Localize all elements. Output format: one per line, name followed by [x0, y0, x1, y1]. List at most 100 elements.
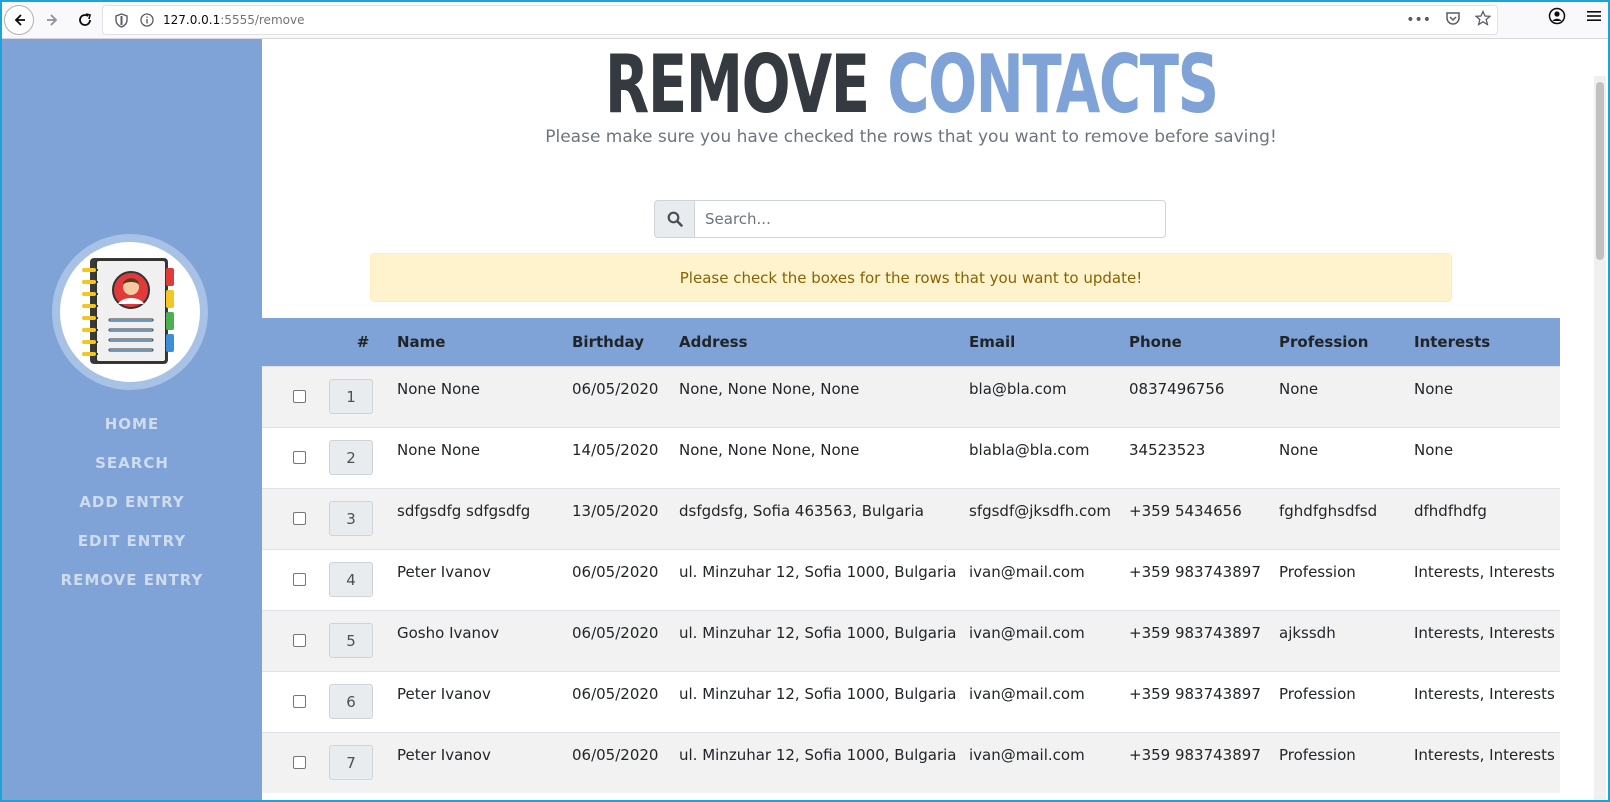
- cell-birthday: 06/05/2020: [572, 731, 679, 793]
- row-id-badge: 5: [329, 623, 373, 658]
- column-header-interests: Interests: [1414, 318, 1560, 366]
- interests-text: Interests, Interests: [1414, 684, 1555, 703]
- star-icon[interactable]: [1474, 9, 1492, 30]
- cell-address: dsfgdsfg, Sofia 463563, Bulgaria: [679, 487, 969, 549]
- column-header-profession: Profession: [1279, 318, 1414, 366]
- sidebar-item-remove-entry[interactable]: REMOVE ENTRY: [2, 569, 262, 608]
- forward-arrow-icon[interactable]: [38, 5, 68, 35]
- cell-address: ul. Minzuhar 12, Sofia 1000, Bulgaria: [679, 731, 969, 793]
- cell-name: None None: [397, 426, 572, 488]
- cell-email: blabla@bla.com: [969, 426, 1129, 488]
- birthday-text: 14/05/2020: [572, 440, 659, 459]
- back-arrow-icon[interactable]: [4, 5, 34, 35]
- name-text: None None: [397, 440, 481, 459]
- row-checkbox[interactable]: [293, 756, 306, 770]
- pocket-icon[interactable]: [1445, 10, 1461, 30]
- row-checkbox[interactable]: [293, 512, 306, 525]
- sidebar-item-add-entry[interactable]: ADD ENTRY: [2, 491, 262, 530]
- phone-text: +359 983743897: [1129, 684, 1261, 703]
- row-id-cell: 5: [329, 609, 397, 671]
- info-icon[interactable]: [139, 12, 155, 28]
- birthday-text: 06/05/2020: [572, 562, 659, 581]
- profession-text: fghdfghsdfsd: [1279, 501, 1378, 520]
- sidebar-item-search[interactable]: SEARCH: [2, 452, 262, 491]
- profession-text: ajkssdh: [1279, 623, 1336, 642]
- url-host: 127.0.0.1: [163, 13, 221, 27]
- phone-text: +359 983743897: [1129, 623, 1261, 642]
- cell-name: Peter Ivanov: [397, 670, 572, 732]
- sidebar-item-edit-entry[interactable]: EDIT ENTRY: [2, 530, 262, 569]
- birthday-text: 06/05/2020: [572, 379, 659, 398]
- cell-name: Gosho Ivanov: [397, 609, 572, 671]
- table-body: 1 None None 06/05/2020 None, None None, Non…: [262, 365, 1560, 793]
- profession-text: Profession: [1279, 684, 1356, 703]
- cell-email: ivan@mail.com: [969, 609, 1129, 671]
- column-header-email: Email: [969, 318, 1129, 366]
- name-text: sdfgsdfg sdfgsdfg: [397, 501, 531, 520]
- search-group: [654, 200, 1166, 238]
- scrollbar-thumb[interactable]: [1596, 82, 1604, 260]
- name-text: Gosho Ivanov: [397, 623, 500, 642]
- row-id-badge: 7: [329, 745, 373, 781]
- table-row: 6 Peter Ivanov 06/05/2020 ul. Minzuhar 12, …: [262, 670, 1560, 732]
- email-text: blabla@bla.com: [969, 440, 1090, 459]
- page-subtitle: Please make sure you have checked the ro…: [545, 127, 1277, 147]
- row-select-cell: [262, 365, 329, 427]
- interests-text: Interests, Interests: [1414, 623, 1555, 642]
- interests-text: None: [1414, 379, 1454, 398]
- address-bar[interactable]: 127.0.0.1:5555/remove •••: [102, 5, 1498, 35]
- cell-address: None, None None, None: [679, 426, 969, 488]
- url-actions: •••: [1406, 9, 1492, 30]
- more-dots-icon[interactable]: •••: [1406, 12, 1431, 28]
- column-select: [262, 318, 329, 366]
- shield-icon[interactable]: [113, 12, 129, 28]
- cell-interests: Interests, Interests: [1414, 609, 1560, 671]
- cell-address: ul. Minzuhar 12, Sofia 1000, Bulgaria: [679, 609, 969, 671]
- sidebar: HOME SEARCH ADD ENTRY EDIT ENTRY REMOVE …: [2, 39, 262, 800]
- account-icon[interactable]: [1548, 7, 1566, 29]
- right-toolbar: [1548, 7, 1602, 29]
- row-select-cell: [262, 731, 329, 793]
- email-text: bla@bla.com: [969, 379, 1067, 398]
- address-text: ul. Minzuhar 12, Sofia 1000, Bulgaria: [679, 684, 957, 703]
- row-checkbox[interactable]: [293, 695, 306, 708]
- hamburger-menu-icon[interactable]: [1586, 8, 1602, 28]
- cell-phone: 34523523: [1129, 426, 1279, 488]
- page: HOME SEARCH ADD ENTRY EDIT ENTRY REMOVE …: [2, 39, 1608, 800]
- logo: [52, 234, 208, 390]
- column-header-name: Name: [397, 318, 572, 366]
- interests-text: Interests, Interests: [1414, 562, 1555, 581]
- row-select-cell: [262, 487, 329, 549]
- table-row: 2 None None 14/05/2020 None, None None, Non…: [262, 426, 1560, 488]
- interests-text: Interests, Interests: [1414, 745, 1555, 764]
- row-checkbox[interactable]: [293, 451, 306, 464]
- address-text: ul. Minzuhar 12, Sofia 1000, Bulgaria: [679, 623, 957, 642]
- email-text: ivan@mail.com: [969, 684, 1085, 703]
- birthday-text: 06/05/2020: [572, 745, 659, 764]
- email-text: ivan@mail.com: [969, 562, 1085, 581]
- name-text: Peter Ivanov: [397, 562, 491, 581]
- table-row: 1 None None 06/05/2020 None, None None, Non…: [262, 365, 1560, 427]
- row-checkbox[interactable]: [293, 390, 306, 403]
- table-row: 4 Peter Ivanov 06/05/2020 ul. Minzuhar 12, …: [262, 548, 1560, 610]
- address-text: dsfgdsfg, Sofia 463563, Bulgaria: [679, 501, 924, 520]
- cell-profession: Profession: [1279, 670, 1414, 732]
- cell-phone: +359 5434656: [1129, 487, 1279, 549]
- sidebar-item-home[interactable]: HOME: [2, 413, 262, 452]
- cell-name: Peter Ivanov: [397, 731, 572, 793]
- cell-birthday: 06/05/2020: [572, 670, 679, 732]
- row-checkbox[interactable]: [293, 573, 306, 586]
- search-icon: [654, 200, 695, 238]
- name-text: None None: [397, 379, 481, 398]
- search-input[interactable]: [695, 200, 1166, 238]
- row-checkbox[interactable]: [293, 634, 306, 647]
- reload-icon[interactable]: [70, 5, 100, 35]
- address-text: ul. Minzuhar 12, Sofia 1000, Bulgaria: [679, 562, 957, 581]
- row-id-cell: 7: [329, 731, 397, 793]
- main-content: REMOVE CONTACTS Please make sure you hav…: [262, 39, 1560, 800]
- table-row: 5 Gosho Ivanov 06/05/2020 ul. Minzuhar 12, …: [262, 609, 1560, 671]
- cell-interests: Interests, Interests: [1414, 670, 1560, 732]
- scrollbar[interactable]: [1594, 76, 1606, 800]
- table-row: 7 Peter Ivanov 06/05/2020 ul. Minzuhar 12, …: [262, 731, 1560, 793]
- row-select-cell: [262, 548, 329, 610]
